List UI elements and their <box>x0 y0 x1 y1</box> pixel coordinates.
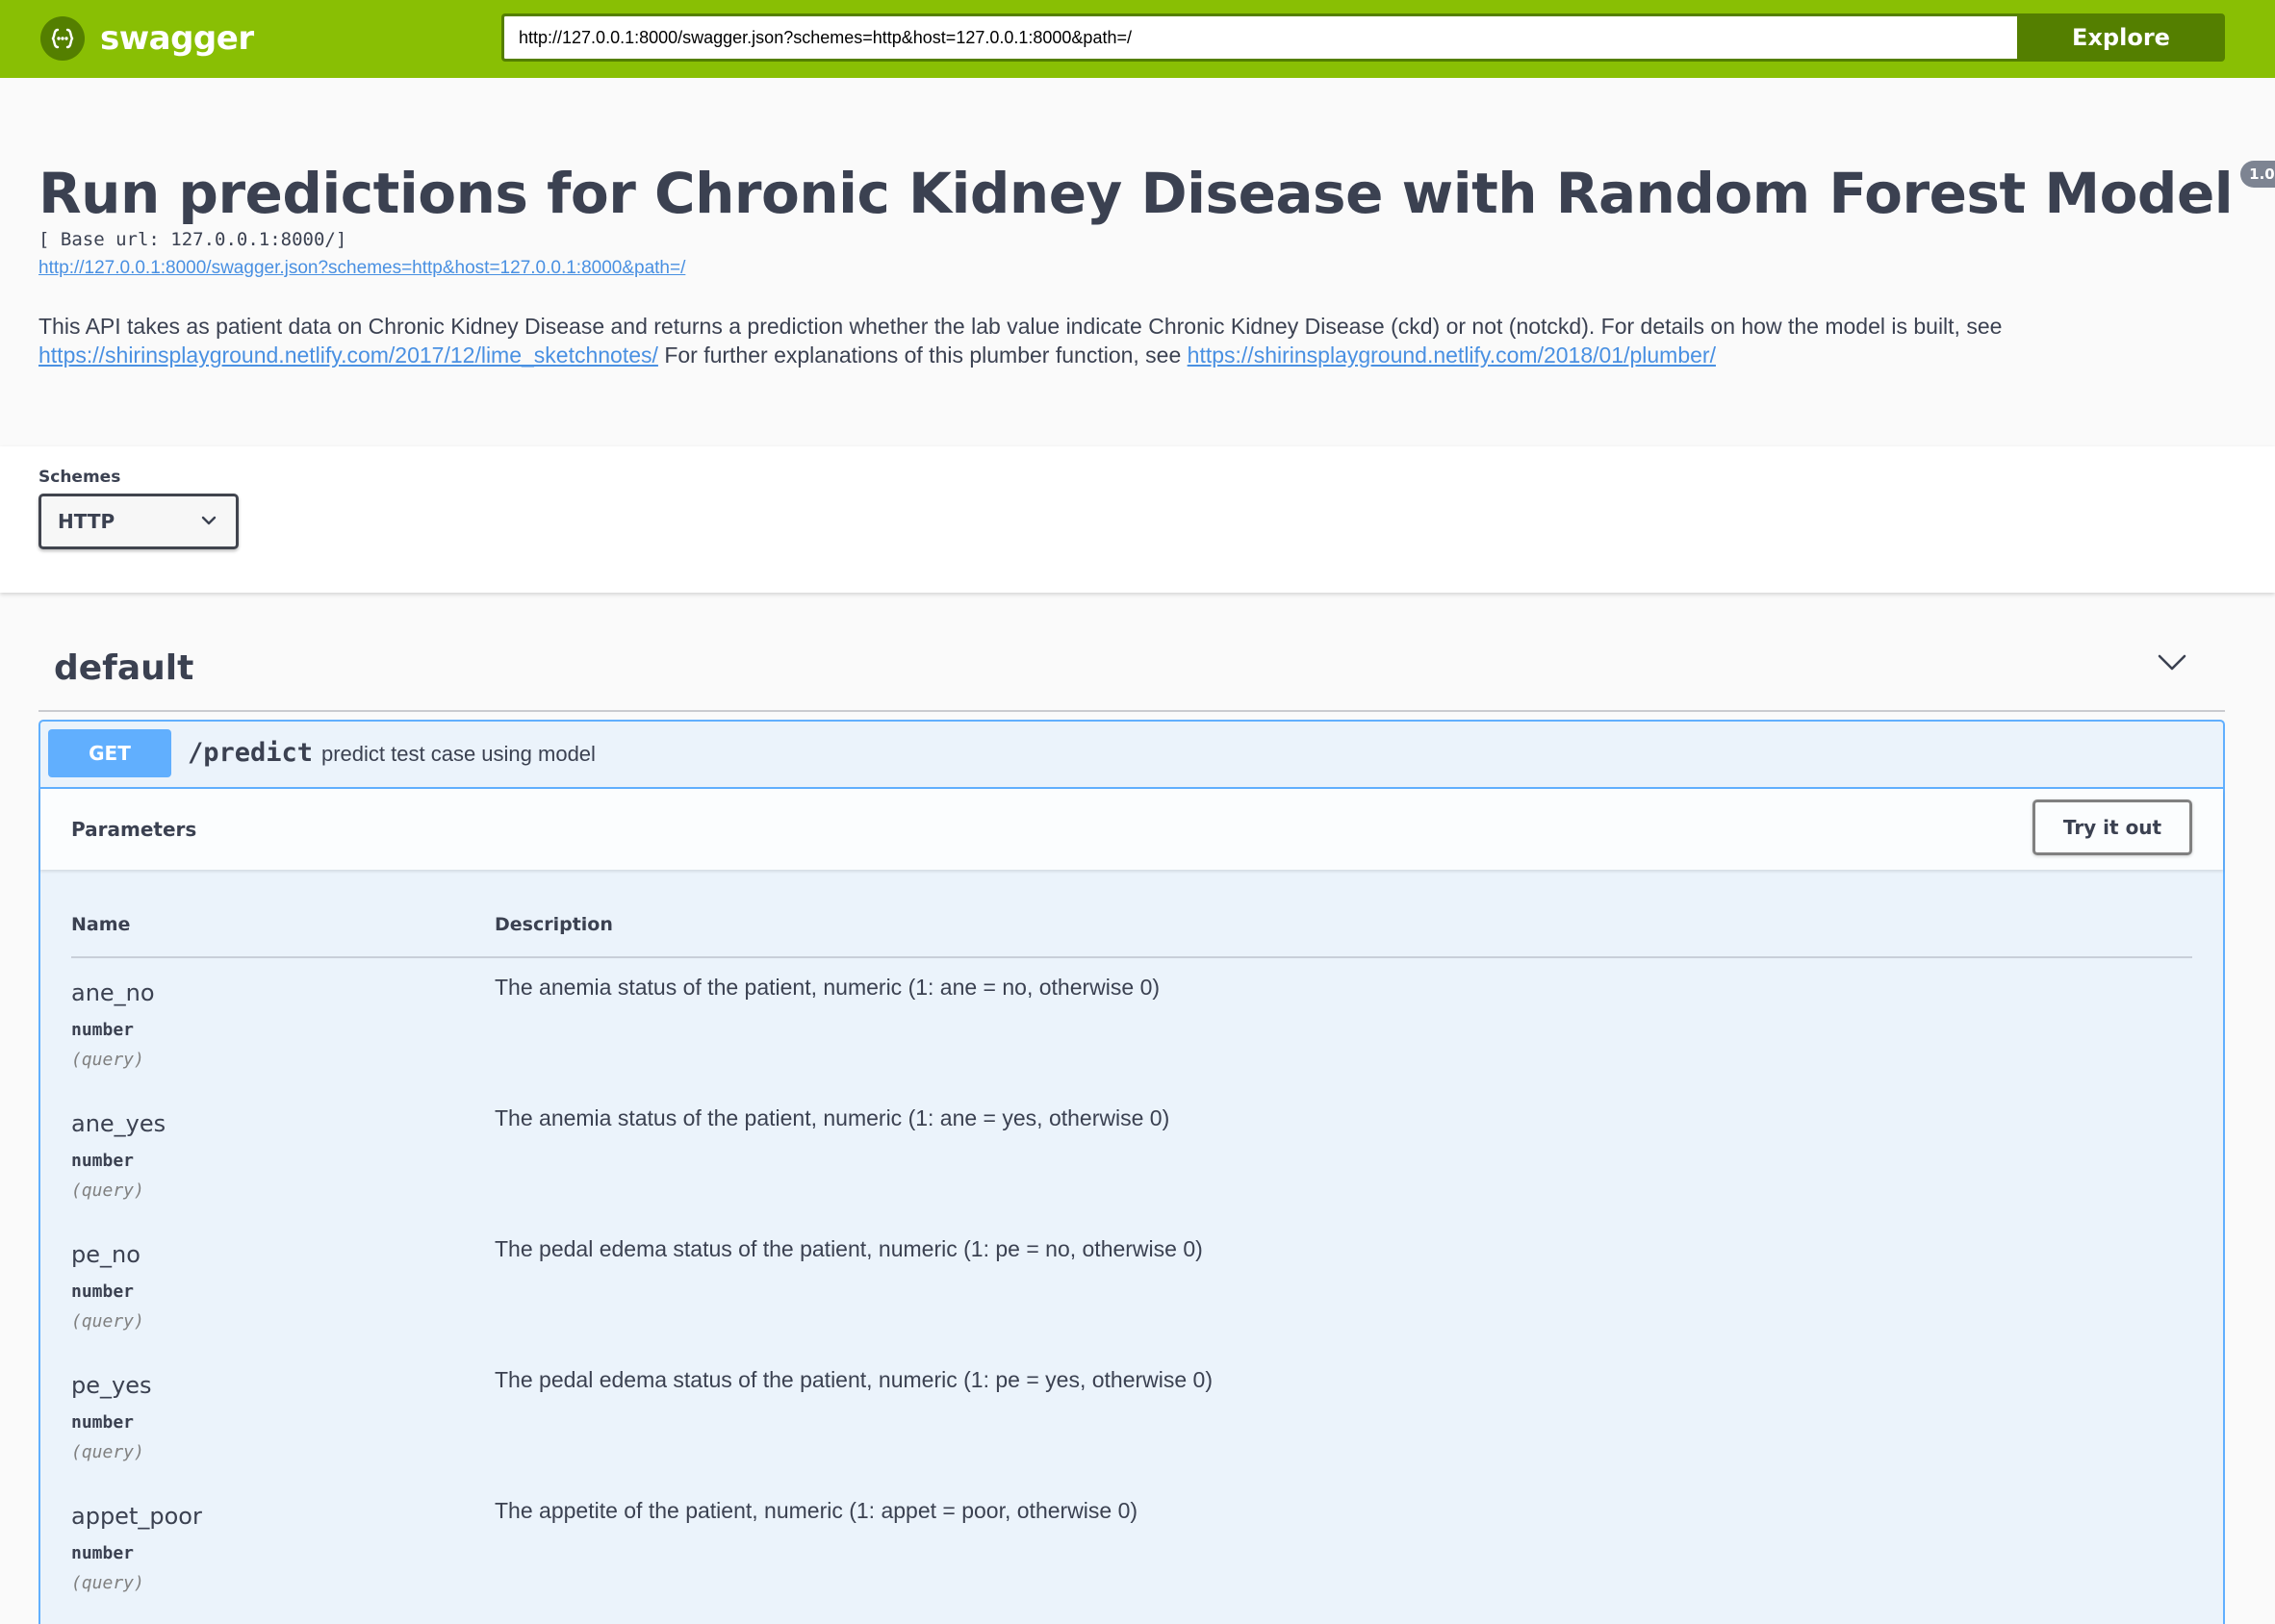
param-name: ane_yes <box>71 1110 166 1137</box>
param-in: (query) <box>71 1050 144 1070</box>
param-type: number <box>71 1412 135 1433</box>
schemes-label: Schemes <box>38 468 121 487</box>
param-type: number <box>71 1281 135 1302</box>
api-description: This API takes as patient data on Chroni… <box>38 312 2117 369</box>
description-link-lime[interactable]: https://shirinsplayground.netlify.com/20… <box>38 343 658 368</box>
base-url: [ Base url: 127.0.0.1:8000/] <box>38 229 347 250</box>
param-description: The appetite of the patient, numeric (1:… <box>495 1498 1138 1523</box>
param-type: number <box>71 1543 135 1563</box>
param-in: (query) <box>71 1180 144 1201</box>
schemes-select[interactable]: HTTP <box>38 494 239 549</box>
topbar: swagger Explore <box>0 0 2275 78</box>
column-header-description: Description <box>495 914 613 935</box>
param-in: (query) <box>71 1311 144 1332</box>
param-in: (query) <box>71 1573 144 1593</box>
schemes-section: Schemes HTTP <box>0 446 2275 593</box>
opblock-get-predict: GET /predict predict test case using mod… <box>38 720 2225 1624</box>
chevron-down-icon <box>201 513 217 530</box>
param-description: The pedal edema status of the patient, n… <box>495 1236 1203 1261</box>
method-badge: GET <box>48 729 171 777</box>
description-link-plumber[interactable]: https://shirinsplayground.netlify.com/20… <box>1188 343 1716 368</box>
page-title: Run predictions for Chronic Kidney Disea… <box>38 161 2234 226</box>
table-row: ane_no number (query) The anemia status … <box>71 958 2192 1089</box>
param-name: pe_yes <box>71 1372 152 1399</box>
table-row: pe_yes number (query) The pedal edema st… <box>71 1351 2192 1482</box>
parameters-table-header: Name Description <box>71 891 2192 958</box>
chevron-down-icon[interactable] <box>2158 654 2186 676</box>
param-type: number <box>71 1151 135 1171</box>
parameters-table: Name Description ane_no number (query) T… <box>71 891 2192 1612</box>
try-it-out-button[interactable]: Try it out <box>2032 799 2192 855</box>
opblock-summary[interactable]: GET /predict predict test case using mod… <box>40 722 2223 789</box>
param-description: The anemia status of the patient, numeri… <box>495 975 1161 1000</box>
spec-url-input[interactable] <box>501 13 2017 62</box>
explore-button[interactable]: Explore <box>2017 13 2225 62</box>
table-row: appet_poor number (query) The appetite o… <box>71 1482 2192 1612</box>
logo-text: swagger <box>100 19 254 58</box>
table-row: pe_no number (query) The pedal edema sta… <box>71 1220 2192 1351</box>
operation-summary: predict test case using model <box>321 742 596 766</box>
description-text-2: For further explanations of this plumber… <box>664 343 1182 368</box>
tag-name: default <box>54 648 194 688</box>
title-row: Run predictions for Chronic Kidney Disea… <box>38 161 2275 226</box>
param-description: The anemia status of the patient, numeri… <box>495 1105 1170 1130</box>
param-type: number <box>71 1020 135 1040</box>
swagger-logo[interactable]: swagger <box>40 16 254 61</box>
tag-header-default[interactable]: default <box>38 631 2225 712</box>
spec-link[interactable]: http://127.0.0.1:8000/swagger.json?schem… <box>38 258 685 279</box>
table-row: ane_yes number (query) The anemia status… <box>71 1089 2192 1220</box>
parameters-title: Parameters <box>71 818 197 841</box>
operation-path: /predict <box>188 738 314 768</box>
param-description: The pedal edema status of the patient, n… <box>495 1367 1213 1392</box>
param-in: (query) <box>71 1442 144 1462</box>
column-header-name: Name <box>71 914 131 935</box>
version-badge: 1.0.0 <box>2240 161 2275 188</box>
param-name: appet_poor <box>71 1503 202 1530</box>
description-text-1: This API takes as patient data on Chroni… <box>38 314 2003 339</box>
parameters-header: Parameters Try it out <box>40 789 2223 870</box>
param-name: pe_no <box>71 1241 141 1268</box>
param-name: ane_no <box>71 979 155 1006</box>
swagger-logo-icon <box>40 16 85 61</box>
schemes-selected-value: HTTP <box>58 510 115 533</box>
